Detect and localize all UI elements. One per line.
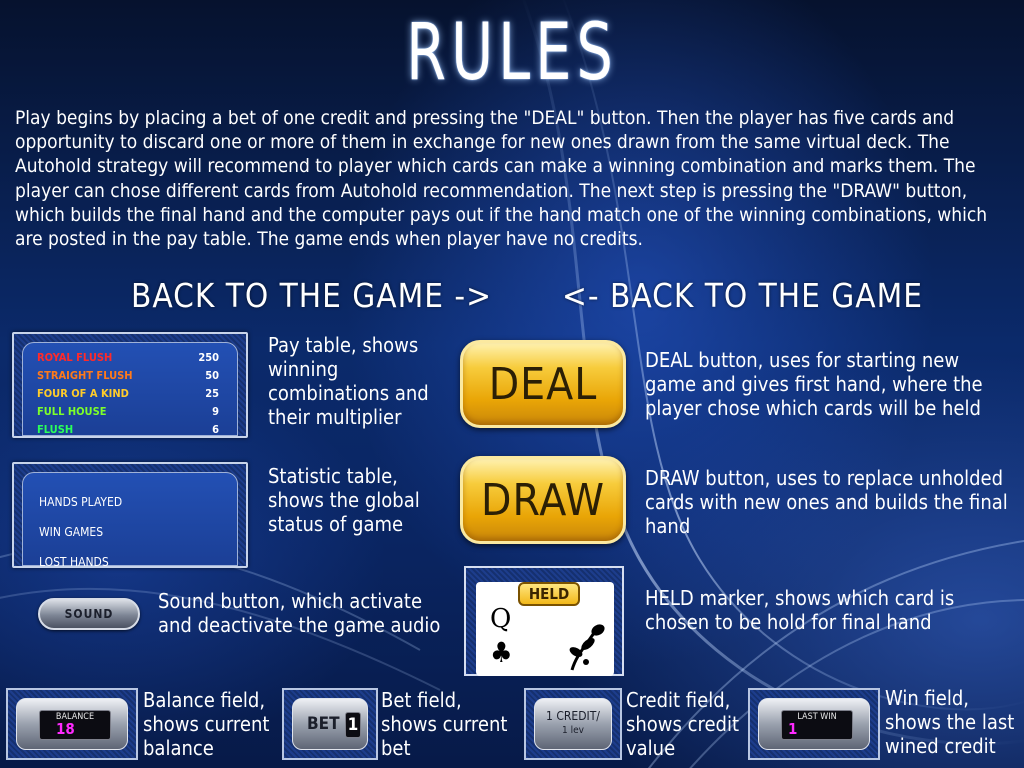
statistic-table-frame: HANDS PLAYED WIN GAMES LOST HANDS <box>22 472 238 569</box>
pay-row: FLUSH 6 <box>37 423 219 440</box>
win-display: LAST WIN 1 <box>781 710 853 740</box>
statistic-table: HANDS PLAYED WIN GAMES LOST HANDS <box>12 462 248 569</box>
pay-table-frame: ROYAL FLUSH 250 STRAIGHT FLUSH 50 FOUR O… <box>22 342 238 436</box>
balance-display: BALANCE 18 <box>39 710 111 740</box>
bet-label: BET <box>307 714 340 734</box>
credit-line-1: 1 CREDIT/ <box>546 709 600 723</box>
card-rank: Q <box>490 604 512 634</box>
statistic-table-description: Statistic table, shows the global status… <box>268 464 420 536</box>
back-to-game-link-left[interactable]: BACK TO THE GAME -> <box>131 276 492 315</box>
deal-button[interactable]: DEAL <box>460 340 626 428</box>
draw-button[interactable]: DRAW <box>460 456 626 544</box>
pay-row-value: 250 <box>198 351 219 364</box>
balance-description: Balance field, shows current balance <box>143 688 270 760</box>
pay-row-value: 50 <box>205 369 219 382</box>
held-description: HELD marker, shows which card is chosen … <box>645 586 955 634</box>
club-suit-icon: ♣ <box>490 636 513 669</box>
balance-value: 18 <box>56 720 75 738</box>
win-value: 1 <box>788 720 798 738</box>
rules-intro: Play begins by placing a bet of one cred… <box>15 107 988 251</box>
stat-row: WIN GAMES <box>39 525 104 539</box>
pay-row: STRAIGHT FLUSH 50 <box>37 369 219 386</box>
win-description: Win field, shows the last wined credit <box>885 686 1015 758</box>
back-to-game-link-right[interactable]: <- BACK TO THE GAME <box>562 276 923 315</box>
clover-sprig-icon <box>569 624 605 671</box>
pay-row-name: FOUR OF A KIND <box>37 387 129 400</box>
bet-field-frame: BET 1 <box>292 698 368 750</box>
sound-button[interactable]: SOUND <box>38 598 140 630</box>
balance-field: BALANCE 18 <box>6 688 138 760</box>
stat-row: LOST HANDS <box>39 555 109 569</box>
credit-field: 1 CREDIT/ 1 lev <box>524 688 622 760</box>
win-field-frame: LAST WIN 1 <box>758 698 870 750</box>
pay-table-description: Pay table, shows winning combinations an… <box>268 333 429 429</box>
stat-row: HANDS PLAYED <box>39 495 123 509</box>
pay-row: FULL HOUSE 9 <box>37 405 219 422</box>
held-marker-example: Q ♣ HELD <box>464 566 624 676</box>
pay-row-name: FLUSH <box>37 423 74 436</box>
sound-description: Sound button, which activate and deactiv… <box>158 589 441 637</box>
draw-description: DRAW button, uses to replace unholded ca… <box>645 466 1008 538</box>
bet-value: 1 <box>345 712 361 738</box>
credit-description: Credit field, shows credit value <box>626 688 739 760</box>
balance-label: BALANCE <box>55 712 95 722</box>
pay-row: ROYAL FLUSH 250 <box>37 351 219 368</box>
win-field: LAST WIN 1 <box>748 688 880 760</box>
pay-table: ROYAL FLUSH 250 STRAIGHT FLUSH 50 FOUR O… <box>12 332 248 438</box>
credit-line-2: 1 lev <box>562 725 584 736</box>
pay-row-name: STRAIGHT FLUSH <box>37 369 133 382</box>
bet-description: Bet field, shows current bet <box>381 688 508 760</box>
held-tag: HELD <box>518 582 580 606</box>
bet-field: BET 1 <box>282 688 378 760</box>
deal-description: DEAL button, uses for starting new game … <box>645 348 983 420</box>
pay-row-value: 6 <box>212 423 219 436</box>
pay-row-name: FULL HOUSE <box>37 405 107 418</box>
credit-field-frame: 1 CREDIT/ 1 lev <box>534 698 612 750</box>
pay-row-value: 9 <box>212 405 219 418</box>
pay-row-value: 25 <box>205 387 219 400</box>
pay-row: FOUR OF A KIND 25 <box>37 387 219 404</box>
balance-field-frame: BALANCE 18 <box>16 698 128 750</box>
page-title: RULES <box>406 8 618 98</box>
pay-row-name: ROYAL FLUSH <box>37 351 113 364</box>
